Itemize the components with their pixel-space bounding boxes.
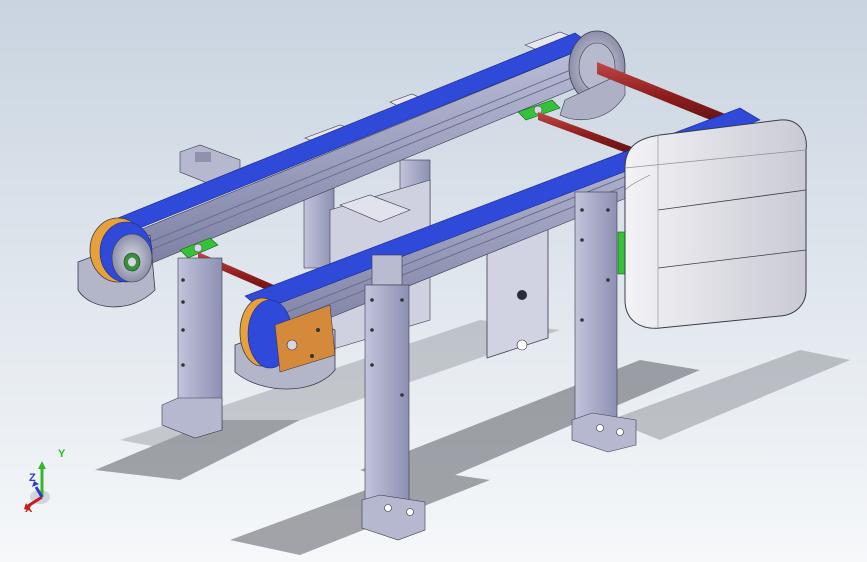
triad-z-label: Z (29, 472, 36, 484)
front-idler-end[interactable] (234, 297, 336, 390)
drive-end-cover[interactable] (624, 119, 807, 329)
cad-model-view[interactable]: Y Z X (0, 0, 867, 562)
triad-x-label: X (25, 503, 33, 515)
triad-y-label: Y (58, 448, 66, 460)
graphics-viewport[interactable]: Y Z X (0, 0, 867, 562)
